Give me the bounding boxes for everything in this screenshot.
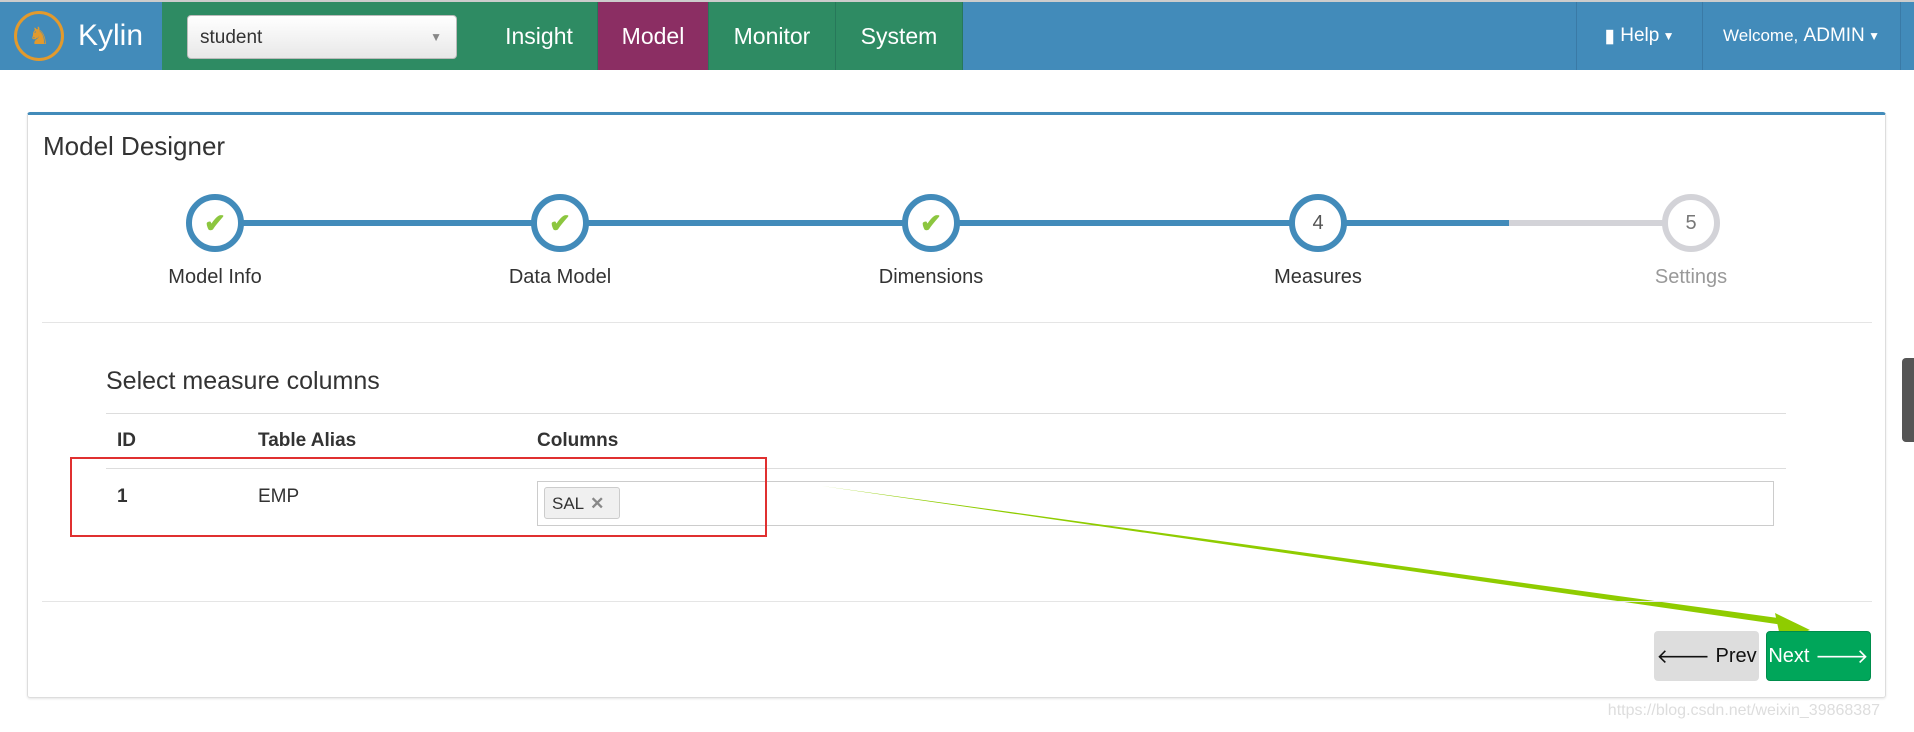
side-widget[interactable] bbox=[1902, 358, 1914, 442]
arrow-left-icon: 🡐 bbox=[1656, 645, 1716, 668]
prev-button[interactable]: 🡐 Prev bbox=[1654, 631, 1759, 681]
arrow-right-icon: 🡒 bbox=[1809, 645, 1869, 668]
next-button[interactable]: Next 🡒 bbox=[1766, 631, 1871, 681]
watermark: https://blog.csdn.net/weixin_39868387 bbox=[1607, 702, 1880, 719]
prev-label: Prev bbox=[1715, 644, 1757, 667]
next-label: Next bbox=[1768, 644, 1810, 667]
divider bbox=[42, 601, 1872, 602]
annotation-arrow bbox=[822, 486, 1810, 641]
